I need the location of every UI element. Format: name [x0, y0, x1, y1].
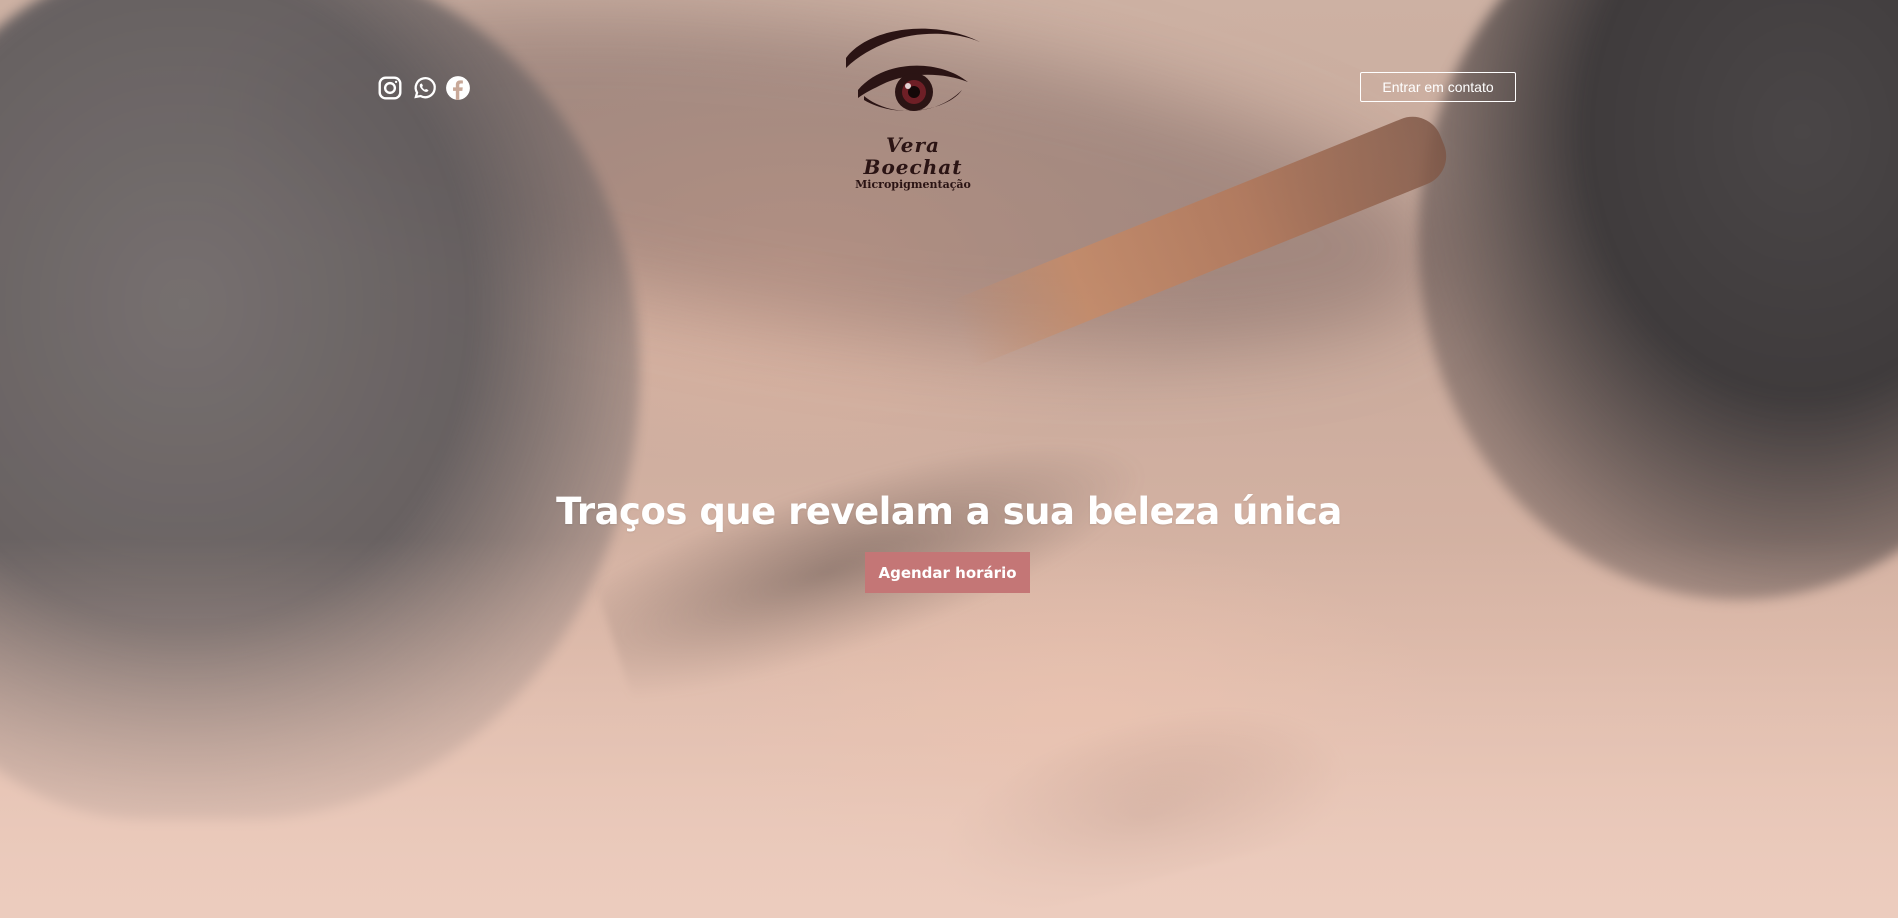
contact-button[interactable]: Entrar em contato: [1360, 72, 1516, 102]
hero-section: Vera Boechat Micropigmentação Entrar em …: [0, 0, 1898, 918]
logo-name: Vera Boechat: [863, 133, 963, 179]
logo-subtitle: Micropigmentação: [855, 178, 971, 191]
brand-logo[interactable]: Vera Boechat Micropigmentação: [838, 20, 988, 191]
instagram-icon[interactable]: [377, 75, 403, 101]
whatsapp-icon[interactable]: [411, 75, 437, 101]
background-fade: [0, 538, 1898, 918]
social-links: [377, 75, 471, 101]
facebook-icon[interactable]: [445, 75, 471, 101]
schedule-appointment-button[interactable]: Agendar horário: [865, 552, 1030, 593]
eye-logo-icon: [846, 28, 980, 112]
hero-headline: Traços que revelam a sua beleza única: [556, 490, 1342, 533]
